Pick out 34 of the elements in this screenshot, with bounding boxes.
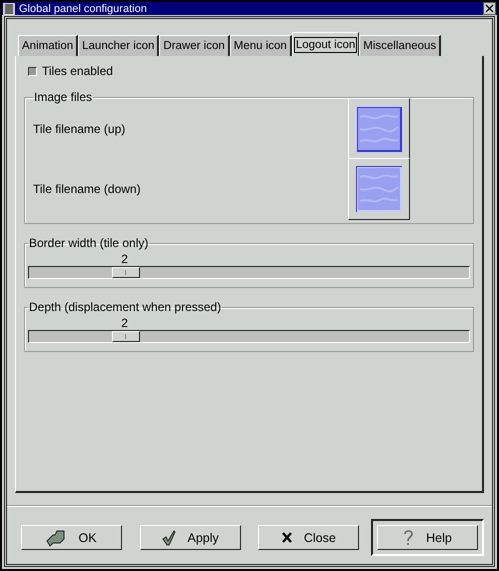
dialog-button[interactable]: Apply	[140, 525, 241, 550]
checkbox[interactable]	[28, 66, 37, 76]
tab[interactable]: Logout icon	[292, 32, 360, 56]
tab[interactable]: Launcher icon	[78, 35, 160, 56]
field-label: Tile filename (down)	[33, 182, 142, 196]
close-icon	[282, 532, 292, 543]
tile-button[interactable]	[348, 158, 410, 220]
dialog-button[interactable]: Help	[376, 525, 478, 550]
slider-value: 2	[121, 316, 128, 330]
window-title: Global panel configuration	[18, 2, 148, 14]
checkmark-icon	[162, 530, 176, 546]
tab[interactable]: Animation	[18, 35, 78, 56]
slider-track[interactable]	[28, 266, 470, 279]
tab[interactable]: Miscellaneous	[359, 35, 442, 56]
checkbox-label: Tiles enabled	[42, 64, 113, 78]
tile-icon	[355, 105, 403, 153]
tile-button[interactable]	[348, 98, 410, 160]
field-label: Tile filename (up)	[33, 122, 126, 136]
group-title: Border width (tile only)	[28, 236, 150, 250]
group-title: Image files	[33, 90, 94, 104]
dialog-button[interactable]: Close	[258, 525, 360, 550]
menu-icon[interactable]	[3, 2, 15, 14]
slider-value: 2	[121, 252, 128, 266]
close-icon[interactable]	[483, 2, 496, 15]
question-mark-icon	[403, 529, 414, 546]
slider-thumb[interactable]	[112, 267, 140, 278]
tile-icon	[355, 165, 403, 213]
slider-track[interactable]	[28, 330, 470, 343]
tab[interactable]: Drawer icon	[159, 35, 230, 56]
tab[interactable]: Menu icon	[230, 35, 292, 56]
dialog-button[interactable]: OK	[21, 525, 122, 550]
group-title: Depth (displacement when pressed)	[28, 300, 222, 314]
slider-thumb[interactable]	[112, 331, 140, 342]
hand-icon	[46, 528, 66, 546]
